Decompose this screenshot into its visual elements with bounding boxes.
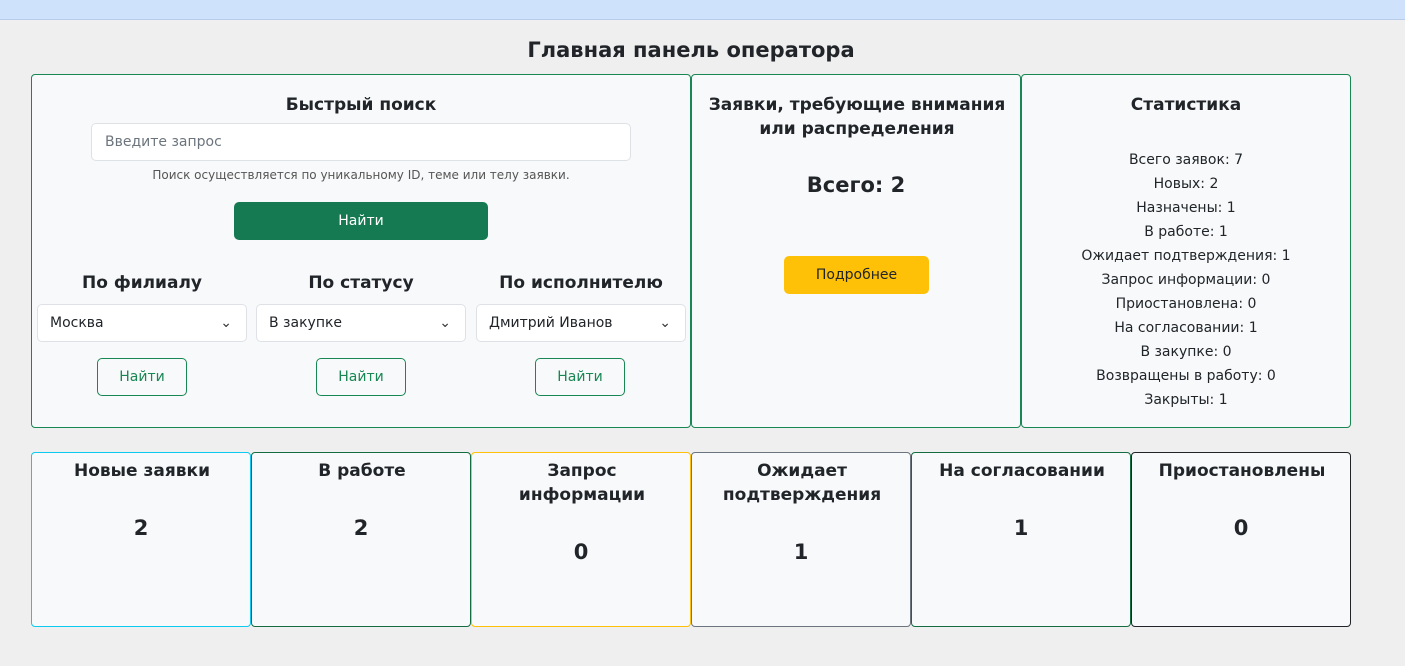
attention-title: Заявки, требующие внимания или распредел… xyxy=(708,95,1006,139)
filter-status-label: По статусу xyxy=(308,273,414,293)
status-card-on-approval[interactable]: На согласовании 1 xyxy=(911,452,1131,627)
status-card-info-request[interactable]: Запрос информации 0 xyxy=(471,452,691,627)
status-card-title: Ожидает подтверждения xyxy=(722,461,882,505)
quick-search-card: Быстрый поиск Поиск осуществляется по ун… xyxy=(31,74,691,428)
statistics-card: Статистика Всего заявок: 7 Новых: 2 Назн… xyxy=(1021,74,1351,428)
attention-card: Заявки, требующие внимания или распредел… xyxy=(691,74,1021,428)
chevron-down-icon: ⌄ xyxy=(220,315,232,331)
quick-search-title: Быстрый поиск xyxy=(285,95,437,115)
status-card-awaiting-confirmation[interactable]: Ожидает подтверждения 1 xyxy=(691,452,911,627)
stat-item: Закрыты: 1 xyxy=(1144,392,1228,408)
status-card-count: 2 xyxy=(353,516,369,540)
search-help-text: Поиск осуществляется по уникальному ID, … xyxy=(152,168,570,182)
status-card-count: 1 xyxy=(793,540,809,564)
filter-branch-value: Москва xyxy=(50,315,104,331)
statistics-title: Статистика xyxy=(1130,95,1242,115)
browser-top-bar xyxy=(0,0,1405,20)
filter-assignee-search-button[interactable]: Найти xyxy=(535,358,625,396)
search-button[interactable]: Найти xyxy=(234,202,488,240)
stat-item: Приостановлена: 0 xyxy=(1115,296,1257,312)
stat-item: Назначены: 1 xyxy=(1136,200,1236,216)
status-card-title: Запрос информации xyxy=(518,461,646,505)
filter-status-select[interactable]: В закупке ⌄ xyxy=(256,304,466,342)
chevron-down-icon: ⌄ xyxy=(659,315,671,331)
stat-item: Запрос информации: 0 xyxy=(1101,272,1271,288)
attention-total: Всего: 2 xyxy=(806,173,906,197)
status-card-count: 2 xyxy=(133,516,149,540)
status-card-title: Новые заявки xyxy=(74,461,210,481)
filter-assignee-label: По исполнителю xyxy=(499,273,663,293)
filter-branch-search-button[interactable]: Найти xyxy=(97,358,187,396)
filter-assignee-value: Дмитрий Иванов xyxy=(489,315,613,331)
filter-status-search-button[interactable]: Найти xyxy=(316,358,406,396)
stat-item: В работе: 1 xyxy=(1144,224,1228,240)
details-button[interactable]: Подробнее xyxy=(784,256,929,294)
status-card-count: 0 xyxy=(573,540,589,564)
status-card-title: На согласовании xyxy=(939,461,1105,481)
status-card-title: Приостановлены xyxy=(1158,461,1326,481)
stat-item: Новых: 2 xyxy=(1153,176,1219,192)
filter-branch-label: По филиалу xyxy=(82,273,202,293)
filter-assignee-select[interactable]: Дмитрий Иванов ⌄ xyxy=(476,304,686,342)
stat-item: Всего заявок: 7 xyxy=(1128,152,1244,168)
stat-item: Возвращены в работу: 0 xyxy=(1096,368,1276,384)
status-card-count: 0 xyxy=(1233,516,1249,540)
filter-branch-select[interactable]: Москва ⌄ xyxy=(37,304,247,342)
status-card-title: В работе xyxy=(318,461,406,481)
statistics-list: Всего заявок: 7 Новых: 2 Назначены: 1 В … xyxy=(1022,148,1350,412)
search-input[interactable] xyxy=(91,123,631,161)
stat-item: В закупке: 0 xyxy=(1140,344,1232,360)
chevron-down-icon: ⌄ xyxy=(439,315,451,331)
page-title: Главная панель оператора xyxy=(527,38,855,62)
filter-status-value: В закупке xyxy=(269,315,343,331)
status-card-suspended[interactable]: Приостановлены 0 xyxy=(1131,452,1351,627)
status-card-new[interactable]: Новые заявки 2 xyxy=(31,452,251,627)
status-card-count: 1 xyxy=(1013,516,1029,540)
status-card-in-progress[interactable]: В работе 2 xyxy=(251,452,471,627)
stat-item: На согласовании: 1 xyxy=(1114,320,1258,336)
stat-item: Ожидает подтверждения: 1 xyxy=(1081,248,1291,264)
